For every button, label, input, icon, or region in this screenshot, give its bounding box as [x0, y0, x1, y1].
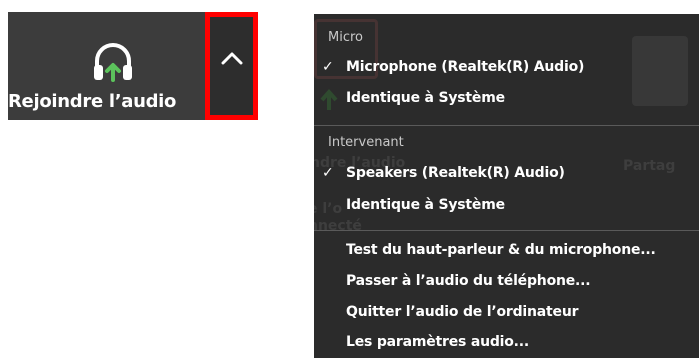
menu-item-speaker-same-as-system[interactable]: Identique à Système — [346, 197, 505, 213]
ghost-share-text: Partag — [623, 158, 676, 174]
divider — [314, 230, 699, 231]
ghost-arrow-icon — [320, 88, 338, 110]
ghost-share-icon — [632, 36, 688, 106]
menu-item-test-speaker-mic[interactable]: Test du haut-parleur & du microphone... — [346, 242, 656, 258]
join-audio-button[interactable]: Rejoindre l’audio — [8, 12, 204, 120]
headphone-icon — [94, 43, 132, 82]
menu-item-speakers-realtek[interactable]: Speakers (Realtek(R) Audio) — [346, 165, 565, 181]
divider — [314, 125, 699, 126]
audio-options-chevron-button[interactable] — [205, 12, 258, 120]
join-audio-label: Rejoindre l’audio — [8, 91, 177, 112]
checkmark-icon: ✓ — [322, 165, 334, 181]
audio-dropdown-menu: ndre l’audio e l’o nnecté Partag Micro ✓… — [314, 14, 699, 358]
menu-item-leave-computer-audio[interactable]: Quitter l’audio de l’ordinateur — [346, 304, 578, 320]
menu-item-microphone-same-as-system[interactable]: Identique à Système — [346, 90, 505, 106]
section-header-speaker: Intervenant — [328, 135, 404, 150]
section-header-micro: Micro — [328, 30, 363, 45]
ghost-connected-text-2: nnecté — [314, 218, 362, 234]
chevron-up-icon — [221, 52, 243, 65]
menu-item-audio-settings[interactable]: Les paramètres audio... — [346, 334, 529, 350]
menu-item-switch-to-phone-audio[interactable]: Passer à l’audio du téléphone... — [346, 273, 591, 289]
menu-item-microphone-realtek[interactable]: Microphone (Realtek(R) Audio) — [346, 59, 584, 75]
audio-toolbar: Rejoindre l’audio — [8, 12, 258, 120]
checkmark-icon: ✓ — [322, 59, 334, 75]
ghost-connected-text-1: e l’o — [314, 201, 343, 217]
